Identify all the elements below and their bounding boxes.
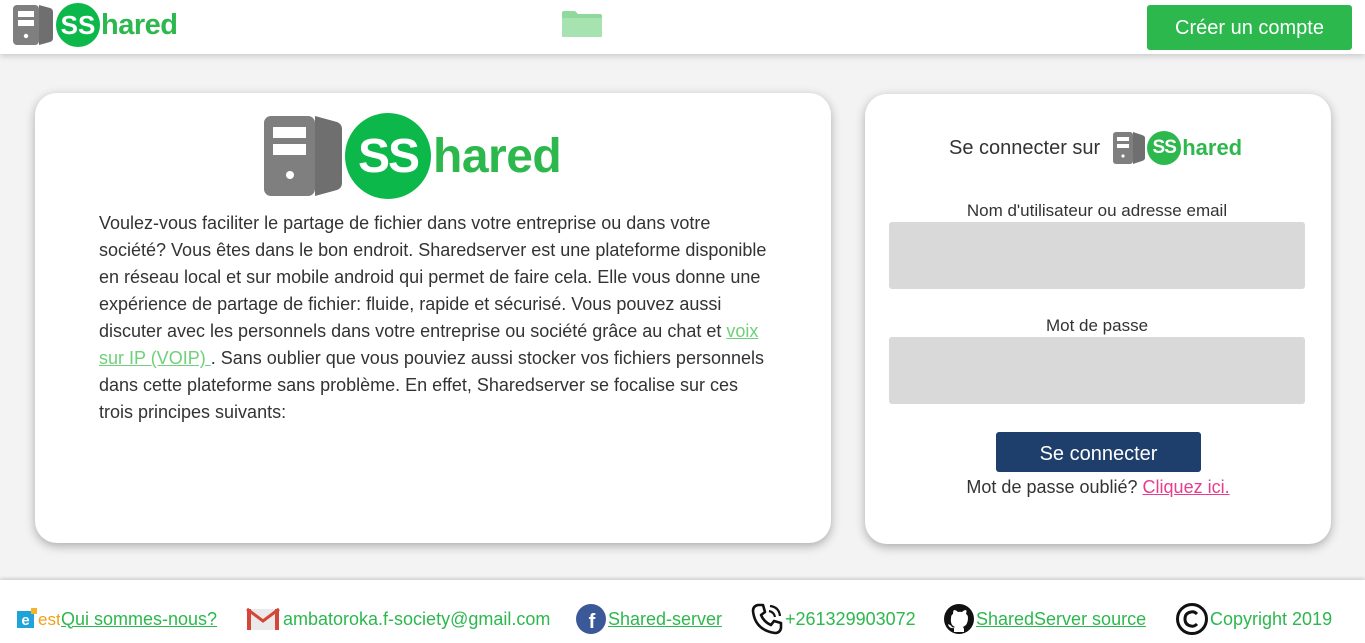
- phone-number[interactable]: +261329903072: [785, 609, 916, 630]
- svg-text:e: e: [21, 612, 29, 629]
- intro-paragraph: Voulez-vous faciliter le partage de fich…: [99, 210, 775, 426]
- logo-text: hared: [433, 129, 562, 183]
- phone-icon: [750, 602, 784, 636]
- esti-logo-text: esti: [38, 610, 60, 629]
- forgot-password: Mot de passe oublié? Cliquez ici.: [865, 477, 1331, 498]
- password-input[interactable]: [889, 337, 1305, 404]
- create-account-button[interactable]: Créer un compte: [1147, 5, 1352, 50]
- footer-copyright: Copyright 2019: [1175, 601, 1332, 637]
- forgot-password-text: Mot de passe oublié?: [966, 477, 1138, 497]
- github-link[interactable]: SharedServer source: [976, 609, 1146, 630]
- login-card: Se connecter sur SS hared Nom d'utilisat…: [865, 94, 1331, 544]
- copyright-text: Copyright 2019: [1210, 608, 1333, 629]
- intro-card: SS hared Voulez-vous faciliter le partag…: [35, 93, 831, 543]
- gmail-icon: [246, 606, 280, 632]
- logo-text: hared: [1182, 135, 1243, 160]
- intro-text-before: Voulez-vous faciliter le partage de fich…: [99, 213, 767, 341]
- server-icon: [13, 5, 53, 45]
- folder-icon[interactable]: [561, 10, 603, 38]
- facebook-icon: f: [575, 603, 607, 635]
- footer-about: e esti Qui sommes-nous?: [16, 601, 217, 637]
- logo-mark: SS: [1147, 131, 1182, 165]
- username-input[interactable]: [889, 222, 1305, 289]
- server-icon: [1113, 132, 1146, 164]
- github-icon: [943, 603, 975, 635]
- footer-facebook: f Shared-server: [575, 601, 722, 637]
- sharedserver-logo[interactable]: SS hared: [12, 2, 178, 48]
- forgot-password-link[interactable]: Cliquez ici.: [1143, 477, 1230, 497]
- about-link[interactable]: Qui sommes-nous?: [61, 609, 217, 630]
- sharedserver-big-logo: SS hared: [263, 113, 562, 199]
- login-button[interactable]: Se connecter: [996, 432, 1201, 472]
- logo-mark: SS: [345, 113, 431, 199]
- svg-text:f: f: [589, 611, 596, 633]
- footer-email: ambatoroka.f-society@gmail.com: [246, 601, 550, 637]
- login-heading: Se connecter sur SS hared: [949, 130, 1242, 166]
- footer: e esti Qui sommes-nous? ambatoroka.f-soc…: [0, 580, 1365, 643]
- footer-github: SharedServer source: [943, 601, 1146, 637]
- password-label: Mot de passe: [1045, 316, 1149, 335]
- logo-mark: SS: [56, 3, 100, 47]
- facebook-link[interactable]: Shared-server: [608, 609, 722, 630]
- top-navbar: SS hared Créer un compte: [0, 0, 1365, 54]
- login-title-text: Se connecter sur: [949, 136, 1101, 159]
- email-text[interactable]: ambatoroka.f-society@gmail.com: [283, 609, 550, 630]
- copyright-icon: [1175, 602, 1209, 636]
- footer-phone: +261329903072: [750, 601, 916, 637]
- logo-text: hared: [101, 8, 178, 41]
- sharedserver-small-logo: SS hared: [1112, 131, 1242, 165]
- esti-logo: e esti: [16, 605, 60, 633]
- username-label: Nom d'utilisateur ou adresse email: [966, 201, 1228, 220]
- server-icon: [264, 116, 342, 196]
